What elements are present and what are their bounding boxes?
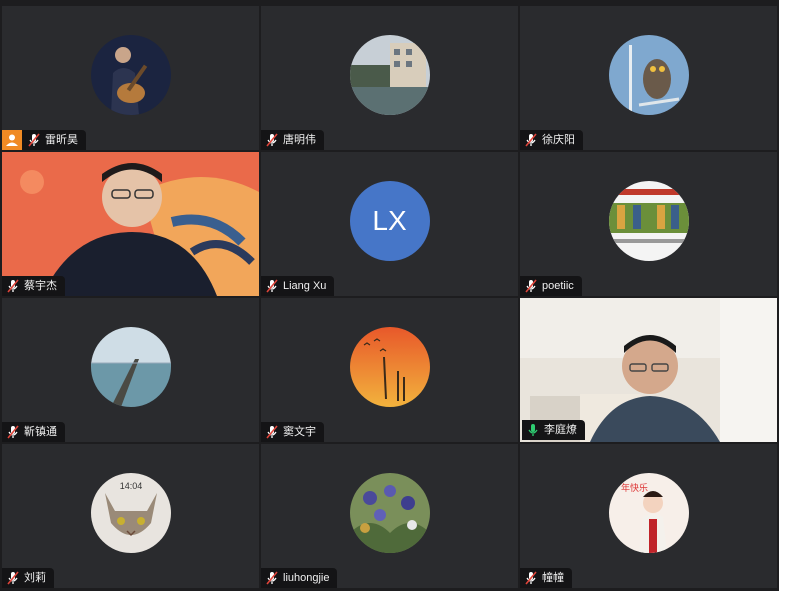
avatar: [349, 35, 430, 115]
name-tag: 雷昕昊: [2, 130, 86, 150]
participant-name: 幢幢: [542, 572, 564, 584]
participant-tile[interactable]: 徐庆阳: [520, 6, 777, 150]
name-tag: Liang Xu: [261, 276, 335, 296]
name-tag: 刘莉: [2, 568, 54, 588]
muted-mic-icon: [525, 571, 537, 585]
muted-mic-icon: [525, 279, 537, 293]
participant-tile[interactable]: 窦文宇: [261, 298, 518, 442]
name-tag: liuhongjie: [261, 568, 338, 588]
avatar-initials: LX: [349, 181, 430, 261]
participant-tile[interactable]: 蔡宇杰: [2, 152, 259, 296]
name-tag: 靳镇通: [2, 422, 65, 442]
avatar: 年快乐: [608, 473, 689, 553]
participant-tile[interactable]: LX Liang Xu: [261, 152, 518, 296]
name-tag: 窦文宇: [261, 422, 324, 442]
name-tag: poetiic: [520, 276, 582, 296]
avatar: [608, 181, 689, 261]
name-tag: 李庭燎: [522, 420, 585, 440]
name-tag: 蔡宇杰: [2, 276, 65, 296]
participant-name: liuhongjie: [283, 572, 330, 584]
muted-mic-icon: [525, 133, 537, 147]
name-tag: 幢幢: [520, 568, 572, 588]
video-grid: 雷昕昊 唐明伟 徐庆阳 蔡宇杰 LX Liang Xu poetiic 靳镇通 …: [0, 0, 779, 591]
participant-name: 徐庆阳: [542, 134, 575, 146]
muted-mic-icon: [7, 279, 19, 293]
muted-mic-icon: [28, 133, 40, 147]
name-tag: 徐庆阳: [520, 130, 583, 150]
muted-mic-icon: [266, 571, 278, 585]
participant-name: 刘莉: [24, 572, 46, 584]
participant-tile[interactable]: 唐明伟: [261, 6, 518, 150]
avatar: 14:04: [90, 473, 171, 553]
participant-tile[interactable]: 雷昕昊: [2, 6, 259, 150]
muted-mic-icon: [266, 133, 278, 147]
participant-tile[interactable]: liuhongjie: [261, 444, 518, 588]
avatar: [90, 35, 171, 115]
avatar: [90, 327, 171, 407]
participant-tile[interactable]: 靳镇通: [2, 298, 259, 442]
camera-video: [2, 152, 259, 296]
avatar-greeting-text: 年快乐: [621, 482, 648, 493]
muted-mic-icon: [7, 571, 19, 585]
avatar: [349, 327, 430, 407]
participant-tile[interactable]: 年快乐 幢幢: [520, 444, 777, 588]
avatar: [608, 35, 689, 115]
participant-name: poetiic: [542, 280, 574, 292]
name-tag: 唐明伟: [261, 130, 324, 150]
participant-name: 窦文宇: [283, 426, 316, 438]
host-icon: [2, 130, 22, 150]
participant-name: 靳镇通: [24, 426, 57, 438]
participant-name: Liang Xu: [283, 280, 327, 292]
participant-name: 唐明伟: [283, 134, 316, 146]
avatar: [349, 473, 430, 553]
participant-name: 李庭燎: [544, 424, 577, 436]
muted-mic-icon: [7, 425, 19, 439]
participant-tile-active-speaker[interactable]: 李庭燎: [520, 298, 777, 442]
muted-mic-icon: [266, 279, 278, 293]
avatar-clock-text: 14:04: [119, 481, 142, 491]
muted-mic-icon: [266, 425, 278, 439]
participant-name: 蔡宇杰: [24, 280, 57, 292]
participant-tile[interactable]: poetiic: [520, 152, 777, 296]
participant-tile[interactable]: 14:04 刘莉: [2, 444, 259, 588]
participant-name: 雷昕昊: [45, 134, 78, 146]
active-mic-icon: [528, 424, 538, 436]
